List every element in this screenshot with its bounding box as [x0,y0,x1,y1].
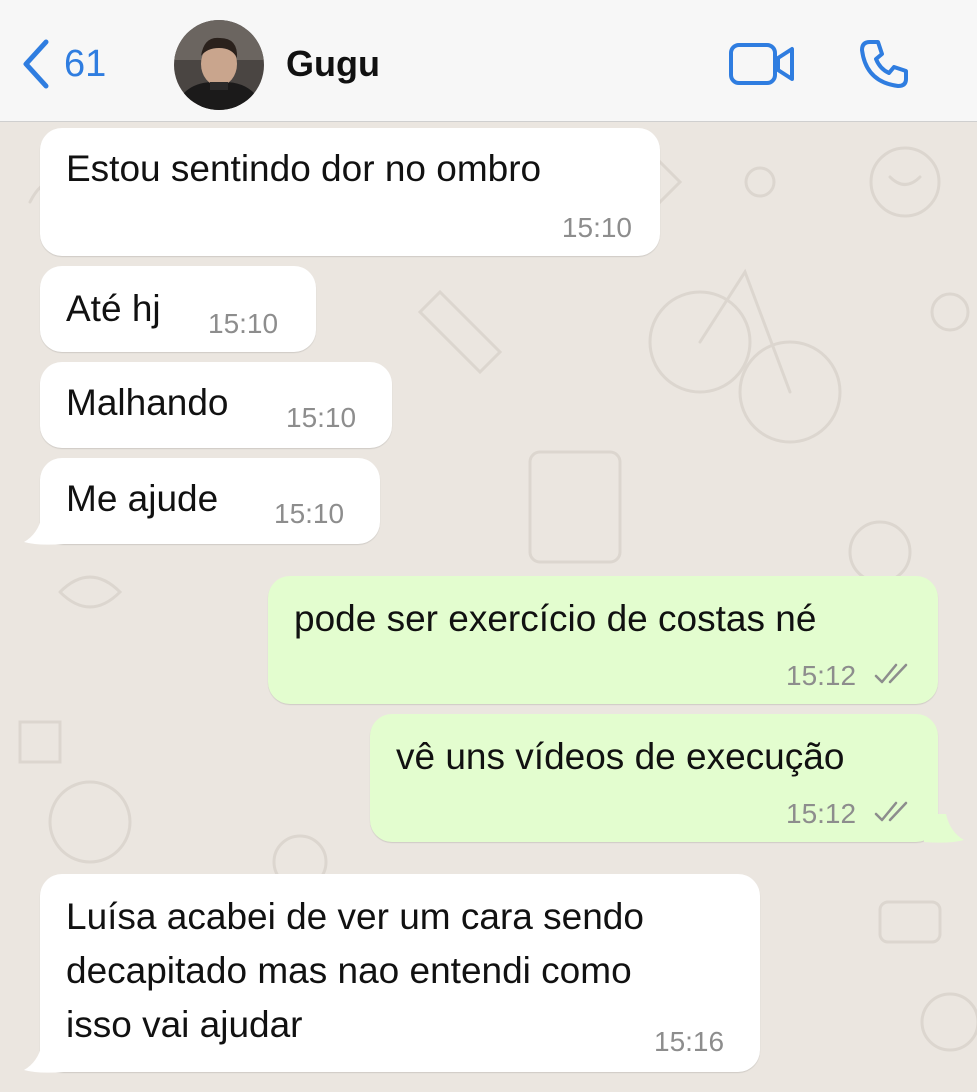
message-time: 15:10 [286,402,357,433]
message-text: Malhando [66,382,229,423]
message-text: Me ajude [66,478,219,519]
contact-photo [174,20,264,110]
message-text-line: decapitado mas nao entendi como [66,950,632,991]
message-bubble-outgoing[interactable]: vê uns vídeos de execução 15:12 [370,714,938,842]
video-call-button[interactable] [728,42,796,91]
message-bubble-incoming[interactable]: Estou sentindo dor no ombro 15:10 [40,128,660,256]
avatar[interactable] [174,20,264,110]
message-time: 15:16 [654,1026,725,1057]
message-bubble-incoming[interactable]: Luísa acabei de ver um cara sendo decapi… [40,874,760,1072]
message-bubble-incoming[interactable]: Até hj 15:10 [40,266,316,352]
chevron-left-icon [23,39,49,89]
bubble-tail [24,1044,64,1073]
message-time: 15:10 [561,212,632,243]
bubble-tail [24,516,64,545]
double-check-icon [874,801,908,822]
video-camera-icon [729,43,794,85]
double-check-icon [874,663,908,684]
message-bubble-incoming[interactable]: Me ajude 15:10 [40,458,380,544]
voice-call-button[interactable] [858,38,910,95]
contact-name[interactable]: Gugu [286,46,380,82]
message-text: pode ser exercício de costas né [294,598,817,639]
unread-count: 61 [64,43,107,85]
message-text-line: Luísa acabei de ver um cara sendo [66,896,644,937]
phone-icon [860,40,908,88]
message-text: vê uns vídeos de execução [396,736,845,777]
message-text: Estou sentindo dor no ombro [66,148,542,189]
chat-header: 61 Gugu [0,0,977,122]
message-bubble-outgoing[interactable]: pode ser exercício de costas né 15:12 [268,576,938,704]
message-time: 15:12 [786,798,857,829]
message-time: 15:10 [208,308,279,339]
message-time: 15:12 [786,660,857,691]
message-text: Até hj [66,288,161,329]
message-text-line: isso vai ajudar [66,1004,303,1045]
bubble-tail [924,814,964,843]
message-time: 15:10 [274,498,345,529]
back-button[interactable]: 61 [20,38,106,90]
message-bubble-incoming[interactable]: Malhando 15:10 [40,362,392,448]
